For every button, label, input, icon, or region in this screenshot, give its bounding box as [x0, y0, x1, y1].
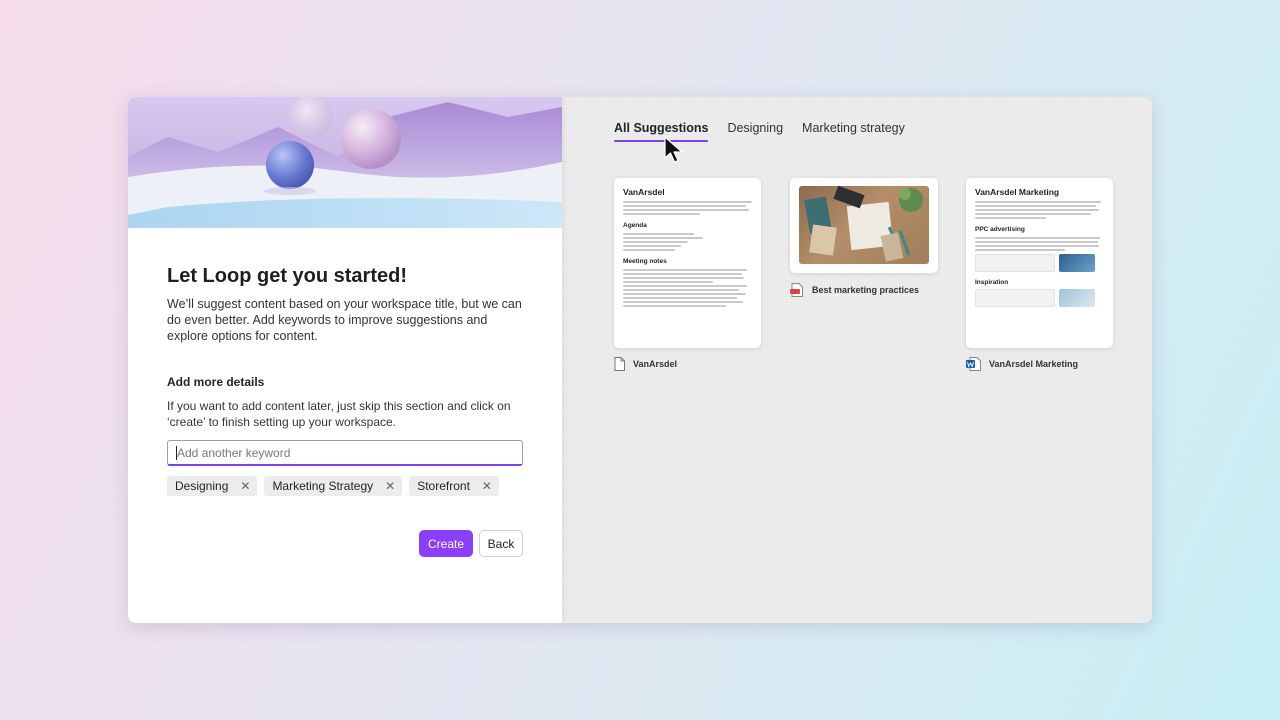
- chip-label: Storefront: [417, 479, 470, 493]
- card-section-heading: Agenda: [623, 222, 647, 229]
- details-title: Add more details: [167, 375, 265, 389]
- text-lines: [623, 269, 752, 307]
- create-button[interactable]: Create: [419, 530, 473, 557]
- card-section-heading: Inspiration: [975, 279, 1009, 286]
- file-name: Best marketing practices: [812, 285, 920, 295]
- tab-designing[interactable]: Designing: [727, 121, 783, 142]
- keyword-chip-designing: Designing ✕: [167, 476, 258, 496]
- text-lines: [623, 201, 752, 215]
- file-name: VanArsdel: [633, 359, 678, 369]
- card-title: VanArsdel Marketing: [975, 187, 1060, 197]
- back-button[interactable]: Back: [479, 530, 523, 557]
- suggestions-panel: All Suggestions Designing Marketing stra…: [562, 97, 1152, 623]
- remove-chip-icon[interactable]: ✕: [482, 479, 492, 493]
- desk-photo: [799, 186, 929, 264]
- image-row: [975, 254, 1104, 272]
- remove-chip-icon[interactable]: ✕: [385, 479, 395, 493]
- file-label-vanarsdel[interactable]: VanArsdel: [614, 357, 677, 371]
- keyword-input[interactable]: [167, 440, 523, 466]
- tab-all-suggestions[interactable]: All Suggestions: [614, 121, 709, 142]
- text-lines: [623, 233, 752, 251]
- text-lines: [975, 201, 1104, 219]
- file-name: VanArsdel Marketing: [989, 359, 1079, 369]
- setup-panel: Let Loop get you started! We’ll suggest …: [128, 97, 562, 623]
- mouse-pointer-icon: [664, 136, 683, 163]
- keyword-chip-storefront: Storefront ✕: [409, 476, 499, 496]
- word-icon: [966, 357, 981, 371]
- suggestion-card-vanarsdel-marketing[interactable]: VanArsdel Marketing PPC advertising Insp…: [966, 178, 1113, 348]
- text-lines: [975, 237, 1104, 251]
- card-section-heading: Meeting notes: [623, 258, 667, 265]
- file-label-best-marketing-practices[interactable]: Best marketing practices: [790, 283, 919, 297]
- hero-illustration: [128, 97, 562, 228]
- remove-chip-icon[interactable]: ✕: [240, 479, 250, 493]
- card-title: VanArsdel: [623, 187, 665, 197]
- page-title: Let Loop get you started!: [167, 265, 407, 287]
- intro-description: We’ll suggest content based on your work…: [167, 297, 522, 343]
- text-caret: [176, 446, 177, 460]
- pdf-icon: [790, 283, 803, 297]
- tab-marketing-strategy[interactable]: Marketing strategy: [802, 121, 905, 142]
- chip-label: Designing: [175, 479, 229, 493]
- keyword-chips: Designing ✕ Marketing Strategy ✕ Storefr…: [167, 476, 499, 496]
- chip-label: Marketing Strategy: [272, 479, 374, 493]
- suggestion-tabs: All Suggestions Designing Marketing stra…: [614, 121, 905, 142]
- suggestion-card-best-marketing-practices[interactable]: [790, 178, 938, 273]
- details-description: If you want to add content later, just s…: [167, 399, 511, 429]
- keyword-chip-marketing-strategy: Marketing Strategy ✕: [264, 476, 403, 496]
- file-label-vanarsdel-marketing[interactable]: VanArsdel Marketing: [966, 357, 1078, 371]
- suggestion-card-vanarsdel[interactable]: VanArsdel Agenda Meeting notes: [614, 178, 761, 348]
- card-section-heading: PPC advertising: [975, 226, 1025, 233]
- intro-section: Let Loop get you started! We’ll suggest …: [167, 263, 523, 344]
- workspace-setup-window: Let Loop get you started! We’ll suggest …: [128, 97, 1152, 623]
- page-icon: [614, 357, 625, 371]
- image-row: [975, 289, 1104, 307]
